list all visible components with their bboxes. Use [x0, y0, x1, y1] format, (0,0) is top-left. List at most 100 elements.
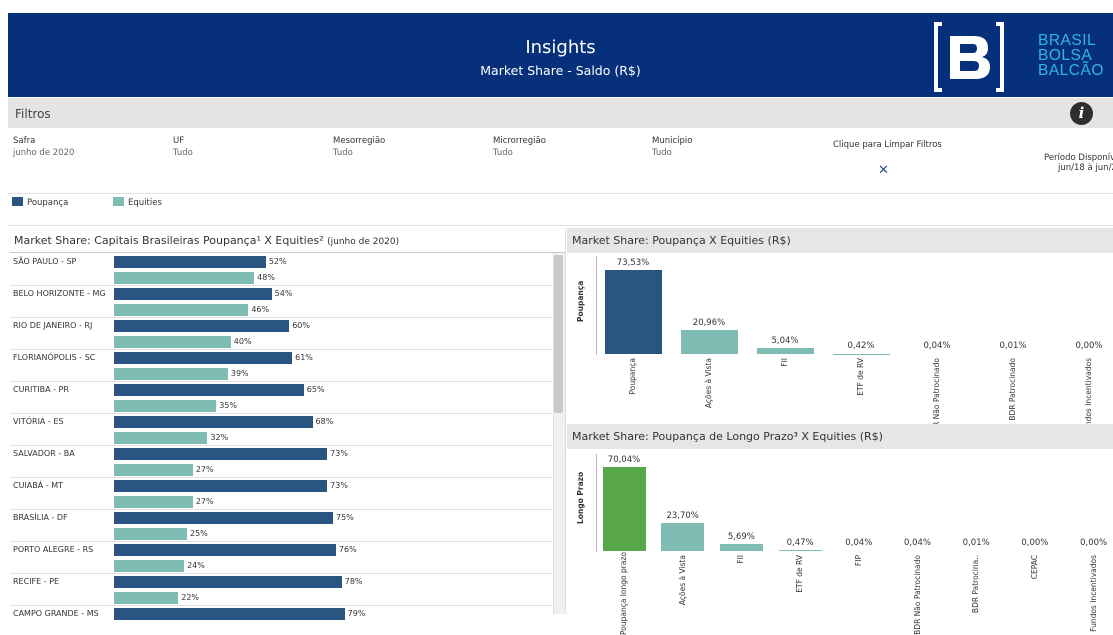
bar-value-label: 52% — [269, 257, 287, 266]
row-divider — [10, 605, 552, 606]
bar-value-label: 75% — [336, 513, 354, 522]
filters-title: Filtros — [15, 107, 51, 121]
row-divider — [10, 349, 552, 350]
capitals-chart-title: Market Share: Capitais Brasileiras Poupa… — [14, 234, 399, 247]
city-label: RECIFE - PE — [13, 577, 59, 586]
category-label: Fundos Incentivados — [1089, 555, 1098, 635]
row-divider — [10, 381, 552, 382]
bar-equities — [114, 528, 187, 540]
divider — [10, 252, 565, 253]
close-icon[interactable]: ✕ — [878, 163, 889, 178]
filter-label-mesorregiao: Mesorregião — [333, 136, 385, 146]
bar-value-label: 48% — [257, 273, 275, 282]
bar-value-label: 35% — [219, 401, 237, 410]
filter-value-microrregiao[interactable]: Tudo — [493, 148, 513, 158]
bar-value-label: 32% — [210, 433, 228, 442]
row-divider — [10, 573, 552, 574]
column-value-label: 70,04% — [589, 455, 659, 465]
bar-poupança — [114, 320, 289, 332]
column-bar — [603, 467, 646, 551]
bar-equities — [114, 272, 254, 284]
filter-label-safra: Safra — [13, 136, 35, 146]
city-label: SÃO PAULO - SP — [13, 257, 76, 266]
bar-value-label: 40% — [234, 337, 252, 346]
header-banner: Insights Market Share - Saldo (R$) 3 BRA… — [8, 13, 1113, 97]
bar-equities — [114, 496, 193, 508]
filter-label-microrregiao: Microrregião — [493, 136, 546, 146]
filter-value-mesorregiao[interactable]: Tudo — [333, 148, 353, 158]
column-bar — [720, 544, 763, 551]
logo-line: BALCÃO — [1038, 63, 1104, 78]
bar-value-label: 73% — [330, 481, 348, 490]
column-value-label: 73,53% — [598, 258, 668, 268]
longo-prazo-axis-line — [596, 454, 597, 552]
bar-equities — [114, 336, 231, 348]
filter-value-safra[interactable]: junho de 2020 — [13, 148, 74, 158]
divider — [8, 193, 1113, 194]
city-label: RIO DE JANEIRO - RJ — [13, 321, 92, 330]
bar-poupança — [114, 608, 345, 620]
category-label: ETF de RV — [795, 555, 804, 635]
filter-value-uf[interactable]: Tudo — [173, 148, 193, 158]
scrollbar-thumb[interactable] — [554, 255, 563, 413]
bar-value-label: 73% — [330, 449, 348, 458]
bar-poupança — [114, 352, 292, 364]
poupanca-chart-title: Market Share: Poupança X Equities (R$) — [572, 234, 791, 247]
bar-equities — [114, 560, 184, 572]
period-value: jun/18 à jun/20 — [1058, 163, 1113, 173]
bar-equities — [114, 304, 248, 316]
longo-prazo-axis-label: Longo Prazo — [576, 472, 585, 524]
row-divider — [10, 541, 552, 542]
bar-poupança — [114, 448, 327, 460]
bar-poupança — [114, 576, 342, 588]
capitals-chart-title-text: Market Share: Capitais Brasileiras Poupa… — [14, 234, 324, 247]
column-value-label: 0,04% — [902, 341, 972, 351]
bar-value-label: 76% — [339, 545, 357, 554]
clear-filters-label: Clique para Limpar Filtros — [833, 140, 942, 150]
city-label: CURITIBA - PR — [13, 385, 69, 394]
capitals-chart-title-suffix: (junho de 2020) — [327, 237, 399, 247]
filter-value-municipio[interactable]: Tudo — [652, 148, 672, 158]
logo-line: BRASIL — [1038, 33, 1104, 48]
bar-value-label: 39% — [231, 369, 249, 378]
bar-poupança — [114, 512, 333, 524]
city-label: FLORIANÓPOLIS - SC — [13, 353, 95, 362]
bar-value-label: 46% — [251, 305, 269, 314]
row-divider — [10, 509, 552, 510]
column-bar — [605, 270, 662, 354]
info-icon[interactable]: i — [1070, 102, 1093, 125]
city-label: VITÓRIA - ES — [13, 417, 64, 426]
bar-equities — [114, 368, 228, 380]
row-divider — [10, 285, 552, 286]
city-label: BRASÍLIA - DF — [13, 513, 68, 522]
bar-value-label: 27% — [196, 465, 214, 474]
row-divider — [10, 445, 552, 446]
column-bar — [757, 348, 814, 354]
bar-poupança — [114, 544, 336, 556]
filter-label-uf: UF — [173, 136, 184, 146]
city-label: SALVADOR - BA — [13, 449, 75, 458]
bar-value-label: 25% — [190, 529, 208, 538]
legend-label-poupanca[interactable]: Poupança — [27, 198, 68, 208]
poupanca-axis-label: Poupança — [576, 281, 585, 322]
bar-poupança — [114, 416, 313, 428]
bar-value-label: 54% — [275, 289, 293, 298]
category-label: Ações à Vista — [678, 555, 687, 635]
category-label: Poupança longo prazo — [619, 555, 628, 635]
b3-logo-icon: 3 — [928, 16, 1008, 96]
category-label: BDR Não Patrocinado — [913, 555, 922, 635]
filter-label-municipio: Município — [652, 136, 692, 146]
bar-value-label: 60% — [292, 321, 310, 330]
legend-swatch-equities — [113, 197, 124, 206]
bar-value-label: 22% — [181, 593, 199, 602]
bar-poupança — [114, 288, 272, 300]
column-value-label: 0,00% — [1059, 538, 1113, 548]
column-value-label: 23,70% — [648, 511, 718, 521]
bar-value-label: 24% — [187, 561, 205, 570]
city-label: CUIABÁ - MT — [13, 481, 63, 490]
bar-poupança — [114, 384, 304, 396]
legend-label-equities[interactable]: Equities — [128, 198, 162, 208]
bar-equities — [114, 432, 207, 444]
divider — [8, 225, 1113, 226]
bar-value-label: 27% — [196, 497, 214, 506]
